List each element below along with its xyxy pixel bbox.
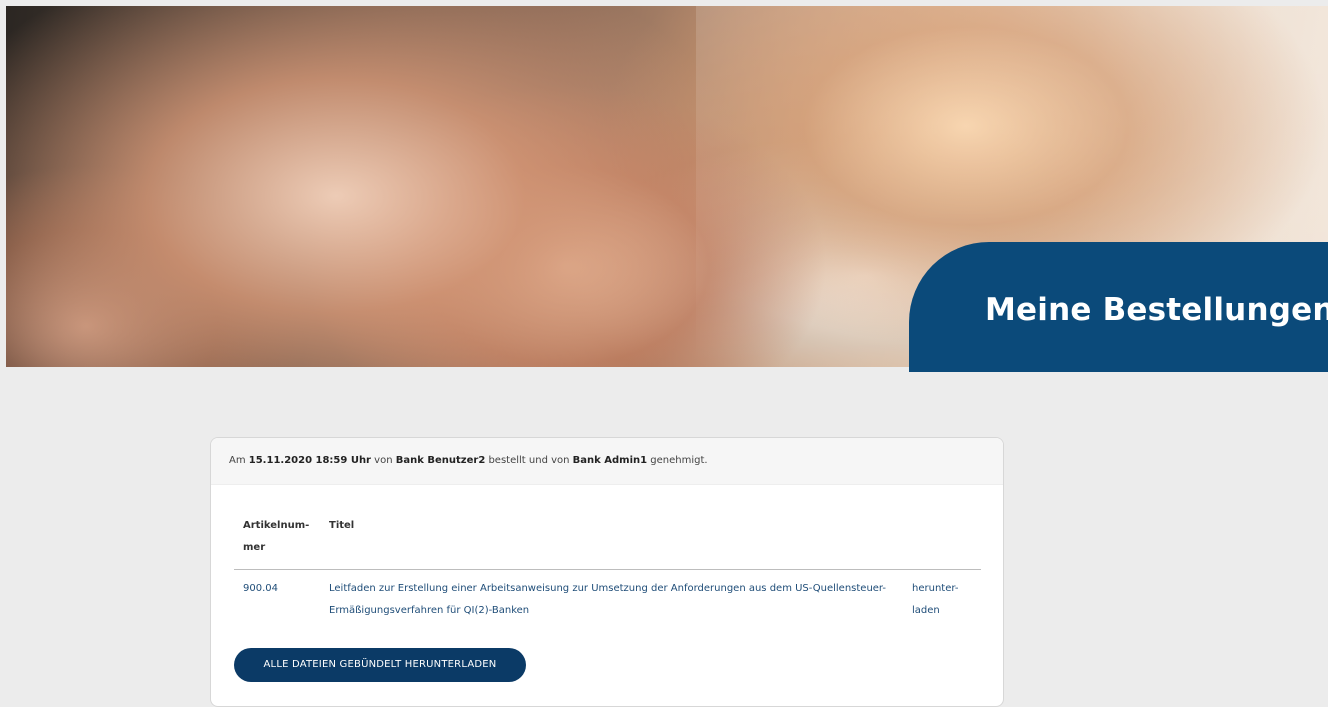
order-card: Am 15.11.2020 18:59 Uhr von Bank Benutze…	[210, 437, 1004, 707]
order-datetime: 15.11.2020 18:59 Uhr	[248, 455, 371, 466]
order-meta-by: von	[371, 455, 396, 466]
order-meta: Am 15.11.2020 18:59 Uhr von Bank Benutze…	[211, 438, 1003, 485]
download-link[interactable]: herunter- laden	[912, 583, 958, 616]
column-header-title: Titel	[320, 510, 903, 570]
download-link-line-2: laden	[912, 605, 940, 616]
orders-table: Artikelnum- mer Titel 900.04 Leitfaden z…	[234, 510, 981, 622]
column-header-download	[903, 510, 981, 570]
approved-by-user: Bank Admin1	[572, 455, 648, 466]
download-cell: herunter- laden	[903, 570, 981, 623]
download-link-line-1: herunter-	[912, 583, 959, 594]
page-title: Meine Bestellungen	[985, 291, 1328, 328]
column-header-article-number: Artikelnum- mer	[234, 510, 320, 570]
table-row: 900.04 Leitfaden zur Erstellung einer Ar…	[234, 570, 981, 623]
bundle-download-button[interactable]: ALLE DATEIEN GEBÜNDELT HERUNTERLADEN	[234, 648, 526, 682]
ordered-by-user: Bank Benutzer2	[395, 455, 486, 466]
article-number-header-line-2: mer	[243, 542, 266, 553]
order-meta-prefix: Am	[229, 455, 249, 466]
order-meta-approval-text: bestellt und von	[485, 455, 573, 466]
article-number-cell: 900.04	[243, 583, 278, 594]
order-meta-suffix: genehmigt.	[647, 455, 708, 466]
article-title-cell: Leitfaden zur Erstellung einer Arbeitsan…	[329, 583, 887, 616]
table-header-row: Artikelnum- mer Titel	[234, 510, 981, 570]
article-number-header-line-1: Artikelnum-	[243, 520, 310, 531]
